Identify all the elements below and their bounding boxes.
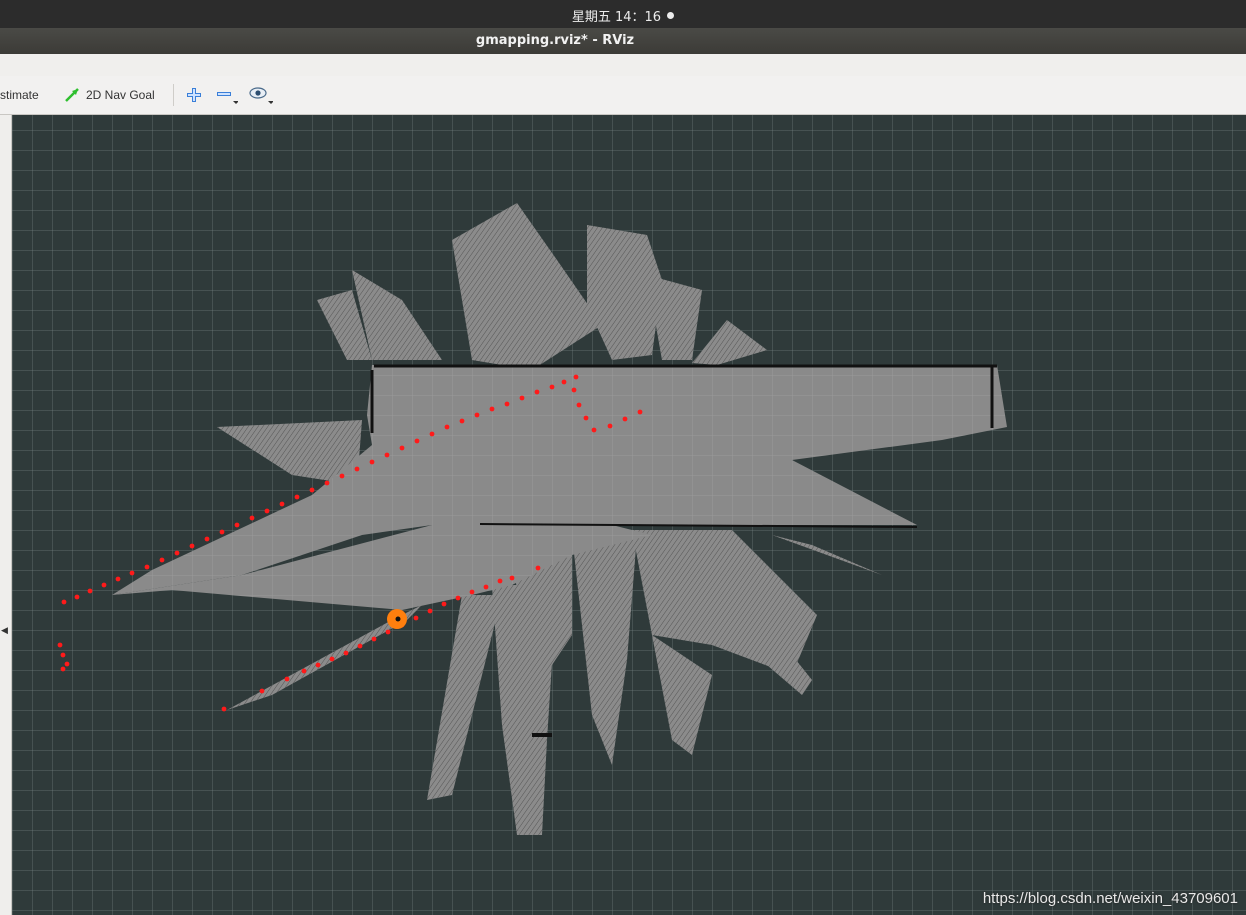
minus-icon bbox=[217, 92, 238, 104]
system-top-bar: 星期五 14：16 bbox=[0, 0, 1246, 28]
occupancy-map bbox=[57, 203, 1007, 835]
toolbar-separator bbox=[173, 84, 174, 106]
render-view-3d[interactable]: https://blog.csdn.net/weixin_43709601 bbox=[12, 115, 1246, 915]
view-tool-button[interactable] bbox=[248, 84, 274, 106]
tool-2d-nav-goal[interactable]: 2D Nav Goal bbox=[64, 85, 155, 105]
plus-icon bbox=[187, 88, 201, 102]
eye-icon bbox=[249, 87, 273, 104]
menu-bar bbox=[0, 54, 1246, 77]
tool-2d-nav-goal-label: 2D Nav Goal bbox=[86, 88, 155, 102]
nav-goal-arrow-icon bbox=[65, 88, 79, 102]
left-panel-collapsed: ◀ bbox=[0, 115, 12, 915]
expand-panel-icon[interactable]: ◀ bbox=[1, 623, 9, 639]
robot-marker bbox=[387, 609, 407, 629]
clock-text: 星期五 14：16 bbox=[571, 10, 662, 25]
remove-tool-button[interactable] bbox=[214, 84, 240, 106]
rviz-toolbar: stimate 2D Nav Goal bbox=[0, 76, 1246, 115]
watermark-text: https://blog.csdn.net/weixin_43709601 bbox=[982, 890, 1238, 907]
tool-2d-pose-estimate[interactable]: stimate bbox=[0, 85, 39, 105]
window-titlebar[interactable]: gmapping.rviz* - RViz bbox=[0, 28, 1246, 54]
system-clock[interactable]: 星期五 14：16 bbox=[0, 6, 1246, 25]
tool-2d-pose-estimate-label: stimate bbox=[0, 88, 39, 102]
window-title: gmapping.rviz* - RViz bbox=[475, 33, 635, 48]
status-dot-icon bbox=[667, 12, 675, 19]
add-tool-button[interactable] bbox=[181, 84, 207, 106]
